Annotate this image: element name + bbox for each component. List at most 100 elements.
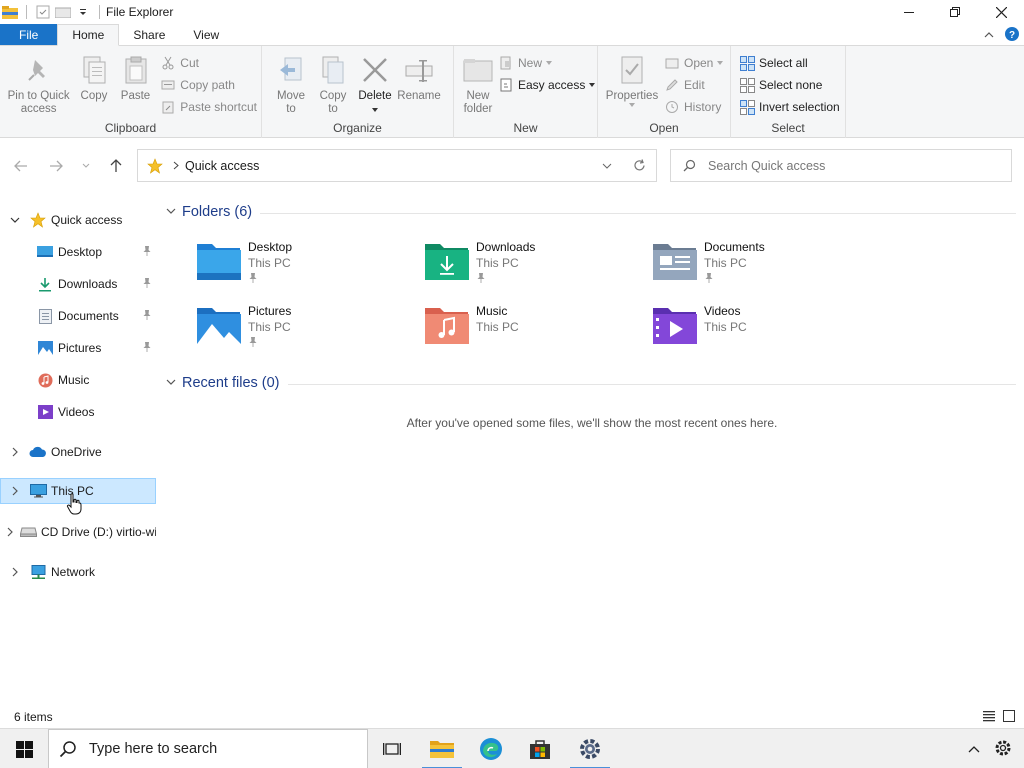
copy-path-button[interactable]: Copy path xyxy=(160,76,257,94)
taskbar-store[interactable] xyxy=(516,729,564,768)
nav-item-music[interactable]: Music xyxy=(0,367,156,393)
nav-network[interactable]: Network xyxy=(0,559,156,585)
cut-button[interactable]: Cut xyxy=(160,54,257,72)
select-all-button[interactable]: Select all xyxy=(739,54,840,72)
nav-item-desktop[interactable]: Desktop xyxy=(0,239,156,265)
easy-access-label: Easy access xyxy=(518,78,586,92)
nav-item-videos[interactable]: Videos xyxy=(0,399,156,425)
collapsed-chevron-icon[interactable] xyxy=(7,527,14,537)
history-clock-icon xyxy=(664,99,680,115)
new-item-button[interactable]: New xyxy=(498,54,595,72)
address-history-chevron-icon[interactable] xyxy=(590,163,623,169)
large-icons-view-icon[interactable] xyxy=(1002,709,1016,726)
taskbar: Type here to search xyxy=(0,728,1024,768)
folder-tile-pictures[interactable]: Pictures This PC xyxy=(196,304,416,360)
recent-files-section-header[interactable]: Recent files (0) xyxy=(166,375,280,391)
collapsed-chevron-icon[interactable] xyxy=(7,486,23,496)
nav-item-downloads[interactable]: Downloads xyxy=(0,271,156,297)
open-group-label: Open xyxy=(649,121,679,135)
close-button[interactable] xyxy=(978,0,1024,24)
desktop-folder-icon xyxy=(197,244,241,280)
history-button[interactable]: History xyxy=(664,98,723,116)
expanded-chevron-icon[interactable] xyxy=(7,217,23,224)
tab-home[interactable]: Home xyxy=(57,24,120,46)
start-button[interactable] xyxy=(0,729,48,768)
select-none-button[interactable]: Select none xyxy=(739,76,840,94)
up-arrow-icon[interactable] xyxy=(106,157,126,175)
open-dropdown-icon xyxy=(717,61,724,65)
download-arrow-icon xyxy=(36,276,54,292)
pin-label-line2: access xyxy=(20,103,57,115)
properties-dropdown-icon xyxy=(629,103,635,107)
clipboard-group-label: Clipboard xyxy=(104,121,157,135)
tray-settings-gear-icon[interactable] xyxy=(994,739,1012,760)
details-view-icon[interactable] xyxy=(982,709,996,726)
properties-quick-icon[interactable] xyxy=(35,4,51,20)
nav-item-label: Music xyxy=(58,373,90,387)
tab-file[interactable]: File xyxy=(0,24,58,45)
nav-item-pictures[interactable]: Pictures xyxy=(0,335,156,361)
collapsed-chevron-icon[interactable] xyxy=(7,567,23,577)
folders-section-header[interactable]: Folders (6) xyxy=(166,204,252,220)
search-input[interactable] xyxy=(708,158,988,173)
explorer-app-icon[interactable] xyxy=(2,4,18,20)
recent-locations-chevron-icon[interactable] xyxy=(76,157,96,175)
collapsed-chevron-icon[interactable] xyxy=(7,447,23,457)
invert-selection-label: Invert selection xyxy=(759,100,840,114)
videos-folder-icon xyxy=(653,308,697,344)
breadcrumb-separator-icon[interactable] xyxy=(173,159,179,173)
pinned-icon[interactable] xyxy=(142,277,152,292)
folder-tile-music[interactable]: Music This PC xyxy=(424,304,644,360)
pinned-icon[interactable] xyxy=(142,309,152,324)
folder-tile-videos[interactable]: Videos This PC xyxy=(652,304,872,360)
copy-to-icon xyxy=(317,54,349,86)
pinned-icon[interactable] xyxy=(142,245,152,260)
folder-name: Videos xyxy=(704,304,741,318)
folder-name: Documents xyxy=(704,240,765,254)
invert-selection-button[interactable]: Invert selection xyxy=(739,98,840,116)
back-arrow-icon[interactable] xyxy=(11,157,31,175)
nav-item-documents[interactable]: Documents xyxy=(0,303,156,329)
restore-button[interactable] xyxy=(932,0,978,24)
nav-onedrive-label: OneDrive xyxy=(51,445,102,459)
edit-button[interactable]: Edit xyxy=(664,76,723,94)
folder-tile-desktop[interactable]: Desktop This PC xyxy=(196,240,416,296)
nav-quick-access[interactable]: Quick access xyxy=(0,207,156,233)
store-bag-icon xyxy=(530,740,550,759)
easy-access-button[interactable]: Easy access xyxy=(498,76,596,94)
refresh-icon[interactable] xyxy=(623,159,656,172)
tab-share[interactable]: Share xyxy=(119,24,179,45)
documents-folder-icon xyxy=(653,244,697,280)
taskbar-search-box[interactable]: Type here to search xyxy=(48,729,368,768)
new-folder-quick-icon[interactable] xyxy=(55,4,71,20)
breadcrumb-quick-access[interactable]: Quick access xyxy=(185,159,259,173)
taskbar-edge[interactable] xyxy=(467,729,515,768)
nav-onedrive[interactable]: OneDrive xyxy=(0,439,156,465)
pinned-icon[interactable] xyxy=(142,341,152,356)
search-box[interactable] xyxy=(670,149,1012,182)
collapse-ribbon-chevron-icon[interactable] xyxy=(984,28,994,42)
properties-label: Properties xyxy=(605,90,659,102)
taskbar-file-explorer[interactable] xyxy=(418,729,466,768)
select-group: Select all Select none Invert selection … xyxy=(731,46,846,138)
show-hidden-icons-chevron-icon[interactable] xyxy=(968,742,980,756)
title-bar: File Explorer xyxy=(0,0,1024,24)
minimize-button[interactable] xyxy=(886,0,932,24)
nav-cd-drive[interactable]: CD Drive (D:) virtio-win xyxy=(0,519,156,545)
folder-tile-documents[interactable]: Documents This PC xyxy=(652,240,872,296)
taskbar-settings[interactable] xyxy=(566,729,614,768)
customize-toolbar-chevron-icon[interactable] xyxy=(75,4,91,20)
folder-tile-downloads[interactable]: Downloads This PC xyxy=(424,240,644,296)
folder-name: Music xyxy=(476,304,508,318)
paste-shortcut-button[interactable]: Paste shortcut xyxy=(160,98,257,116)
folder-location: This PC xyxy=(704,320,747,334)
ribbon-right-controls: ? xyxy=(984,24,1020,46)
help-icon[interactable]: ? xyxy=(1004,26,1020,45)
tab-view[interactable]: View xyxy=(179,24,233,45)
delete-dropdown-icon xyxy=(372,103,378,116)
open-button[interactable]: Open xyxy=(664,54,724,72)
task-view-button[interactable] xyxy=(368,729,416,768)
address-bar[interactable]: Quick access xyxy=(137,149,657,182)
forward-arrow-icon[interactable] xyxy=(46,157,66,175)
nav-item-label: Downloads xyxy=(58,277,118,291)
